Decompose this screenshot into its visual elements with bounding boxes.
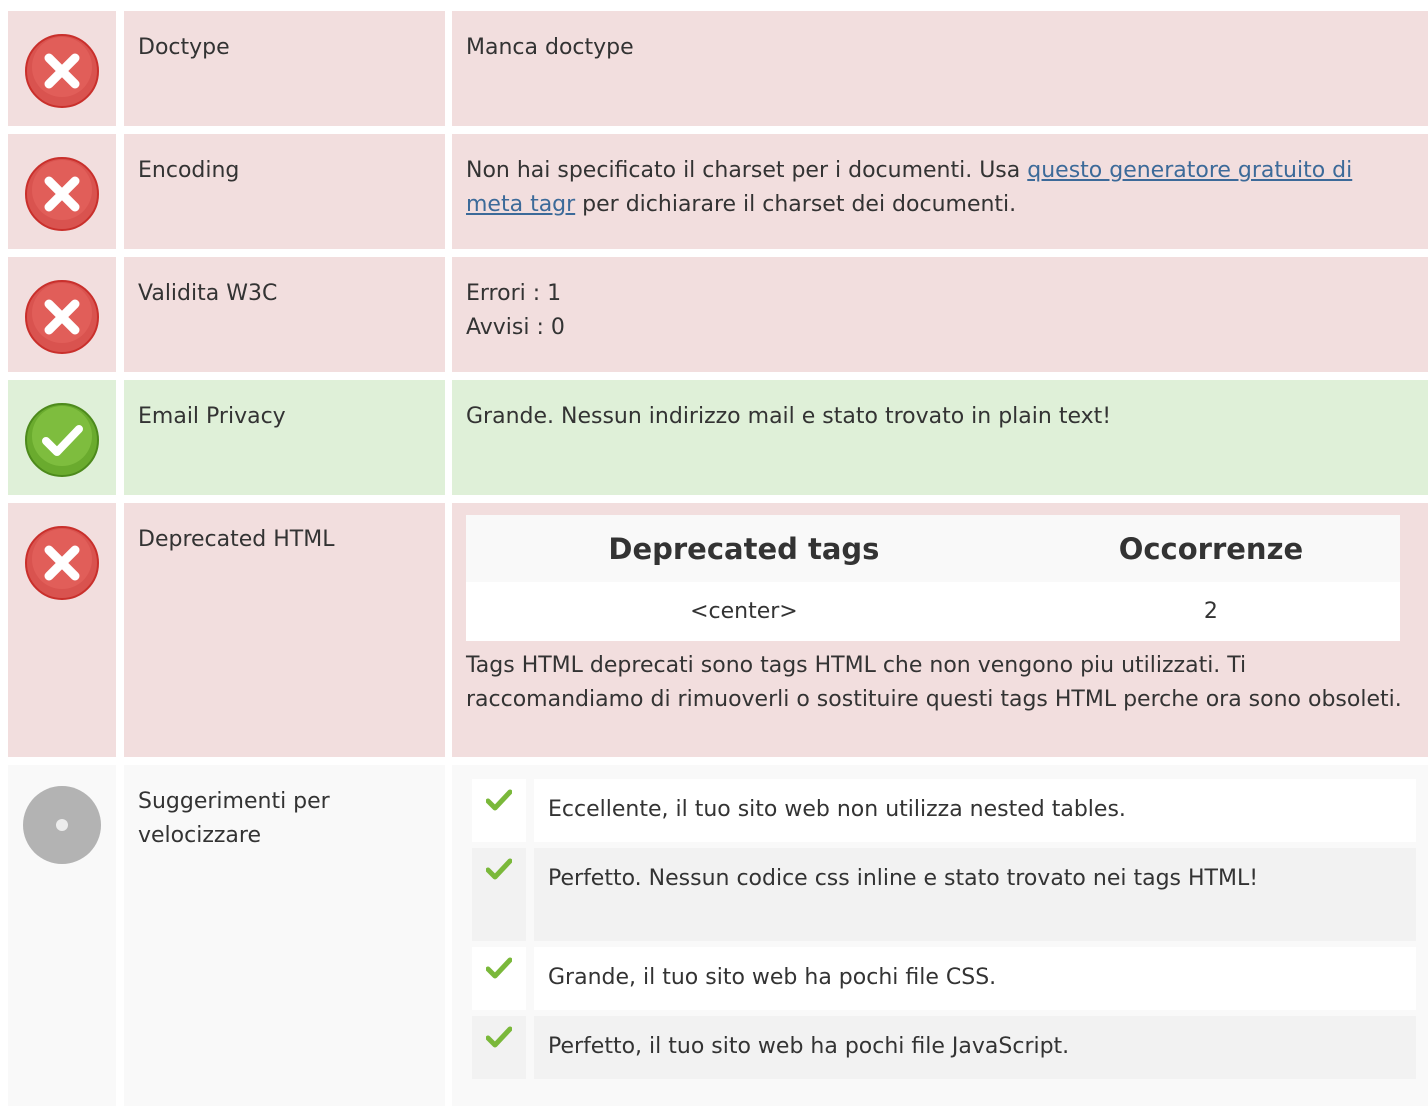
errors-count: Errori : 1	[466, 281, 562, 306]
row-label: Deprecated HTML	[124, 503, 445, 757]
tips-list: Eccellente, il tuo sito web non utilizza…	[472, 779, 1416, 1085]
status-cell	[8, 257, 116, 372]
row-label: Email Privacy	[124, 380, 445, 495]
row-value: Deprecated tags Occorrenze <center> 2 Ta…	[452, 503, 1428, 757]
error-x-icon	[25, 157, 99, 231]
deprecated-description: Tags HTML deprecati sono tags HTML che n…	[466, 653, 1402, 712]
row-encoding: Encoding Non hai specificato il charset …	[0, 134, 1428, 249]
check-icon	[472, 947, 526, 1010]
error-x-icon	[25, 280, 99, 354]
status-cell	[8, 11, 116, 126]
warnings-count: Avvisi : 0	[466, 315, 565, 340]
table-cell-tag: <center>	[466, 582, 1022, 641]
row-value: Manca doctype	[452, 11, 1428, 126]
table-row: <center> 2	[466, 582, 1400, 641]
column-header-occurrences: Occorrenze	[1021, 515, 1400, 582]
row-label: Suggerimenti per velocizzare	[124, 765, 445, 1106]
tip-text: Eccellente, il tuo sito web non utilizza…	[534, 779, 1416, 842]
status-cell	[8, 380, 116, 495]
row-email-privacy: Email Privacy Grande. Nessun indirizzo m…	[0, 380, 1428, 495]
check-icon	[472, 1016, 526, 1079]
list-item: Perfetto. Nessun codice css inline e sta…	[472, 848, 1416, 941]
list-item: Perfetto, il tuo sito web ha pochi file …	[472, 1016, 1416, 1079]
row-value: Errori : 1 Avvisi : 0	[452, 257, 1428, 372]
row-deprecated-html: Deprecated HTML Deprecated tags Occorren…	[0, 503, 1428, 757]
error-x-icon	[25, 34, 99, 108]
table-header-row: Deprecated tags Occorrenze	[466, 515, 1400, 582]
row-label: Validita W3C	[124, 257, 445, 372]
list-item: Grande, il tuo sito web ha pochi file CS…	[472, 947, 1416, 1010]
row-label: Encoding	[124, 134, 445, 249]
status-cell	[8, 503, 116, 757]
error-x-icon	[25, 526, 99, 600]
tip-text: Perfetto. Nessun codice css inline e sta…	[534, 848, 1416, 941]
status-cell	[8, 765, 116, 1106]
row-doctype: Doctype Manca doctype	[0, 11, 1428, 126]
row-label: Doctype	[124, 11, 445, 126]
table-cell-count: 2	[1021, 582, 1400, 641]
deprecated-tags-table: Deprecated tags Occorrenze <center> 2	[466, 515, 1400, 641]
tip-text: Grande, il tuo sito web ha pochi file CS…	[534, 947, 1416, 1010]
status-cell	[8, 134, 116, 249]
row-value: Eccellente, il tuo sito web non utilizza…	[452, 765, 1428, 1106]
list-item: Eccellente, il tuo sito web non utilizza…	[472, 779, 1416, 842]
row-value: Grande. Nessun indirizzo mail e stato tr…	[452, 380, 1428, 495]
column-header-tag: Deprecated tags	[466, 515, 1022, 582]
neutral-circle-icon	[23, 786, 101, 864]
success-check-icon	[25, 403, 99, 477]
check-icon	[472, 779, 526, 842]
encoding-text-before: Non hai specificato il charset per i doc…	[466, 158, 1028, 183]
tip-text: Perfetto, il tuo sito web ha pochi file …	[534, 1016, 1416, 1079]
row-w3c-validity: Validita W3C Errori : 1 Avvisi : 0	[0, 257, 1428, 372]
check-icon	[472, 848, 526, 941]
row-speed-tips: Suggerimenti per velocizzare Eccellente,…	[0, 765, 1428, 1106]
encoding-text-after: per dichiarare il charset dei documenti.	[575, 192, 1017, 217]
row-value: Non hai specificato il charset per i doc…	[452, 134, 1428, 249]
